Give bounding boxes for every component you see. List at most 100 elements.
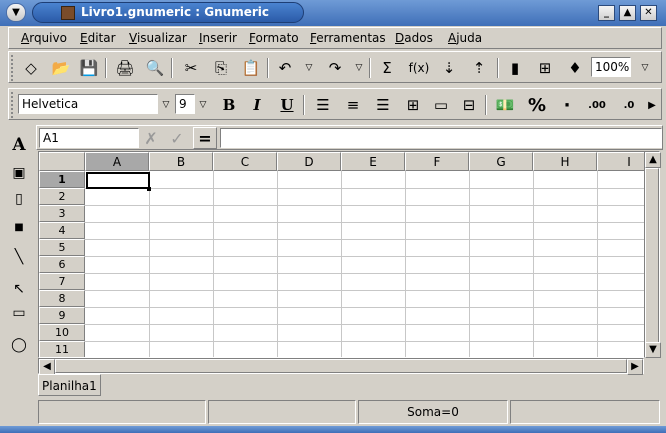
active-cell-cursor[interactable] — [86, 172, 150, 189]
column-header-f[interactable]: F — [405, 152, 469, 171]
undo-icon[interactable]: ↶ — [273, 56, 297, 80]
currency-icon[interactable]: 💵 — [493, 93, 517, 117]
cancel-edit-icon[interactable]: ✗ — [139, 127, 163, 149]
font-name-combo[interactable]: Helvetica — [18, 94, 158, 114]
line-tool-icon[interactable]: ╲ — [7, 245, 31, 269]
row-header-8[interactable]: 8 — [39, 290, 85, 307]
column-header-e[interactable]: E — [341, 152, 405, 171]
percent-button[interactable]: % — [525, 93, 549, 117]
menu-ferramentas[interactable]: Ferramentas — [310, 31, 386, 45]
row-header-5[interactable]: 5 — [39, 239, 85, 256]
autosum-icon[interactable]: Σ — [375, 56, 399, 80]
fill-handle[interactable] — [147, 187, 151, 191]
align-left-icon[interactable]: ☰ — [311, 93, 335, 117]
row-header-3[interactable]: 3 — [39, 205, 85, 222]
accept-edit-icon[interactable]: ✓ — [165, 127, 189, 149]
print-icon[interactable]: 🖨 — [113, 56, 137, 80]
copy-icon[interactable]: ⎘ — [209, 56, 233, 80]
increase-decimals-button[interactable]: .00 — [585, 93, 609, 117]
menu-editar[interactable]: Editar — [80, 31, 116, 45]
menu-ajuda[interactable]: Ajuda — [448, 31, 482, 45]
zoom-dropdown-icon[interactable]: ▽ — [633, 56, 657, 80]
undo-dropdown-icon[interactable]: ▽ — [297, 56, 321, 80]
font-size-combo[interactable]: 9 — [175, 94, 195, 114]
column-header-h[interactable]: H — [533, 152, 597, 171]
maximize-button[interactable]: ▲ — [619, 5, 636, 21]
font-name-dropdown-icon[interactable]: ▽ — [159, 93, 173, 117]
sort-ascending-icon[interactable]: ⇣ — [437, 56, 461, 80]
insert-shaped-component-icon[interactable]: ♦ — [563, 56, 587, 80]
vertical-scrollbar[interactable]: ▲ ▼ — [644, 151, 661, 358]
minimize-button[interactable]: _ — [598, 5, 615, 21]
menu-inserir[interactable]: Inserir — [199, 31, 237, 45]
align-center-icon[interactable]: ≡ — [341, 93, 365, 117]
zoom-combo[interactable]: 100% — [591, 57, 631, 77]
row-header-4[interactable]: 4 — [39, 222, 85, 239]
font-size-dropdown-icon[interactable]: ▽ — [196, 93, 210, 117]
column-header-d[interactable]: D — [277, 152, 341, 171]
sort-descending-icon[interactable]: ⇡ — [467, 56, 491, 80]
spreadsheet-grid[interactable]: A B C D E F G H I 1 2 3 4 5 6 7 8 9 10 1… — [38, 151, 660, 358]
toolbar-handle[interactable] — [11, 55, 15, 81]
underline-button[interactable]: U — [275, 93, 299, 117]
row-header-7[interactable]: 7 — [39, 273, 85, 290]
row-header-10[interactable]: 10 — [39, 324, 85, 341]
redo-icon[interactable]: ↷ — [323, 56, 347, 80]
cell-reference-field[interactable]: A1 — [39, 128, 139, 148]
print-preview-icon[interactable]: 🔍 — [143, 56, 167, 80]
row-header-11[interactable]: 11 — [39, 341, 85, 357]
menu-formato[interactable]: Formato — [249, 31, 299, 45]
select-all-corner[interactable] — [39, 152, 85, 171]
close-button[interactable]: ✕ — [640, 5, 657, 21]
menu-dados[interactable]: Dados — [395, 31, 433, 45]
status-autoexpression[interactable]: Soma=0 — [358, 400, 508, 424]
label-tool-icon[interactable]: A — [7, 133, 31, 157]
scroll-right-arrow-icon[interactable]: ▶ — [627, 359, 643, 375]
frame-tool-icon[interactable]: ▣ — [7, 161, 31, 185]
horizontal-scroll-thumb[interactable] — [55, 359, 627, 373]
checkbox-tool-icon[interactable]: ■ — [7, 215, 31, 239]
column-header-a[interactable]: A — [85, 152, 149, 171]
button-tool-icon[interactable]: ▯ — [7, 187, 31, 211]
sheet-tab-planilha1[interactable]: Planilha1 — [38, 374, 101, 396]
save-icon[interactable]: 💾 — [77, 56, 101, 80]
row-header-9[interactable]: 9 — [39, 307, 85, 324]
row-header-6[interactable]: 6 — [39, 256, 85, 273]
paste-icon[interactable]: 📋 — [239, 56, 263, 80]
scroll-down-arrow-icon[interactable]: ▼ — [645, 342, 661, 358]
row-header-1[interactable]: 1 — [39, 171, 85, 188]
rectangle-tool-icon[interactable]: ▭ — [7, 301, 31, 325]
bold-button[interactable]: B — [217, 93, 241, 117]
column-header-b[interactable]: B — [149, 152, 213, 171]
function-icon[interactable]: f(x) — [407, 56, 431, 80]
window-menu-button[interactable]: ▼ — [6, 3, 26, 22]
column-header-g[interactable]: G — [469, 152, 533, 171]
vertical-scroll-thumb[interactable] — [645, 168, 659, 343]
align-right-icon[interactable]: ☰ — [371, 93, 395, 117]
equals-button[interactable]: = — [193, 127, 217, 149]
thousands-separator-button[interactable]: · — [555, 93, 579, 117]
row-header-2[interactable]: 2 — [39, 188, 85, 205]
toolbar-overflow-arrow-icon[interactable]: ▶ — [645, 93, 659, 117]
horizontal-scrollbar[interactable]: ◀ ▶ — [38, 358, 644, 375]
insert-component-icon[interactable]: ⊞ — [533, 56, 557, 80]
arrow-tool-icon[interactable]: ↖ — [7, 277, 31, 301]
italic-button[interactable]: I — [245, 93, 269, 117]
menu-arquivo[interactable]: Arquivo — [21, 31, 67, 45]
toolbar-handle[interactable] — [11, 92, 15, 118]
scroll-left-arrow-icon[interactable]: ◀ — [39, 359, 55, 375]
formula-input[interactable] — [220, 128, 662, 148]
ellipse-tool-icon[interactable]: ◯ — [7, 333, 31, 357]
cut-icon[interactable]: ✂ — [179, 56, 203, 80]
split-cells-icon[interactable]: ⊟ — [457, 93, 481, 117]
decrease-decimals-button[interactable]: .0 — [617, 93, 641, 117]
scroll-up-arrow-icon[interactable]: ▲ — [645, 152, 661, 168]
redo-dropdown-icon[interactable]: ▽ — [347, 56, 371, 80]
open-icon[interactable]: 📂 — [49, 56, 73, 80]
column-header-c[interactable]: C — [213, 152, 277, 171]
chart-icon[interactable]: ▮ — [503, 56, 527, 80]
merge-center-icon[interactable]: ⊞ — [401, 93, 425, 117]
merge-cells-icon[interactable]: ▭ — [429, 93, 453, 117]
new-icon[interactable]: ◇ — [19, 56, 43, 80]
menu-visualizar[interactable]: Visualizar — [129, 31, 187, 45]
